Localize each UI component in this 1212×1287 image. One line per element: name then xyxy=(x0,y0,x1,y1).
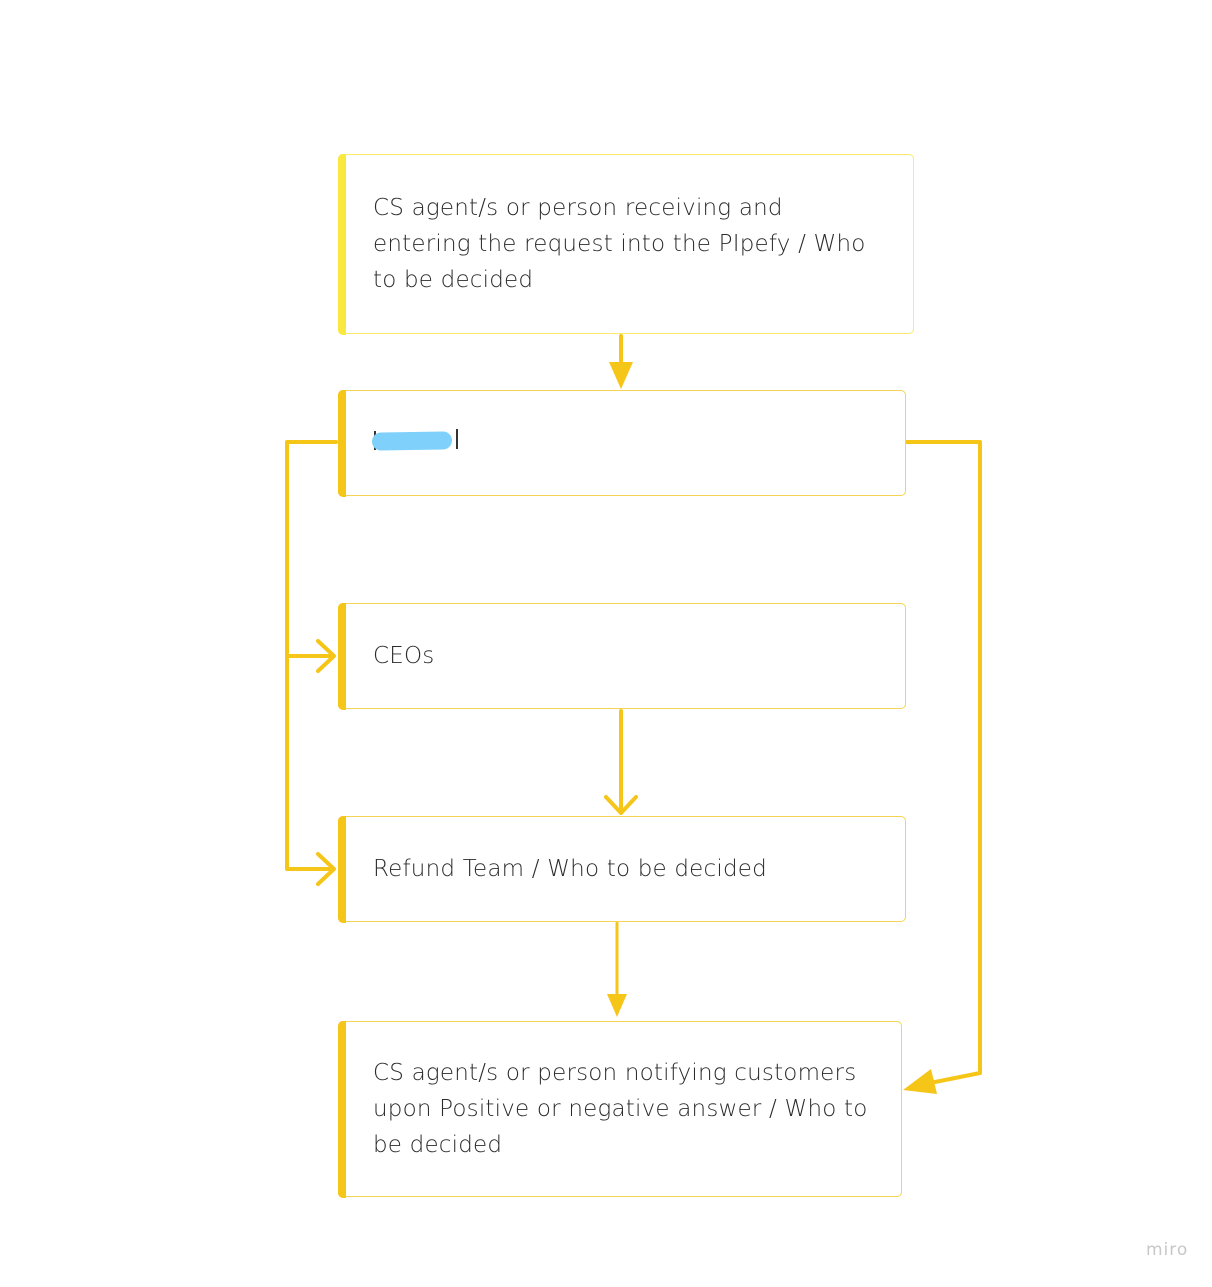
node-label: Refund Team / Who to be decided xyxy=(373,856,767,882)
redaction-mark xyxy=(371,431,453,451)
node-accent-bar xyxy=(337,602,346,710)
arrowhead-filled xyxy=(609,362,633,389)
node-label: CS agent/s or person notifying customers… xyxy=(373,1060,868,1158)
miro-watermark: miro xyxy=(1146,1240,1189,1260)
node-accent-bar xyxy=(337,389,346,497)
node-label: CEOs xyxy=(373,643,435,669)
node-ceos[interactable]: CEOs xyxy=(337,602,906,710)
edge-redacted-to-refund xyxy=(285,654,334,871)
redacted-text-fragment xyxy=(456,429,458,449)
node-accent-bar xyxy=(337,1020,346,1198)
arrowhead-filled xyxy=(607,994,627,1017)
edge-redacted-to-ceos xyxy=(285,440,338,658)
node-accent-bar xyxy=(337,815,346,923)
node-receive-request[interactable]: CS agent/s or person receiving and enter… xyxy=(337,153,914,335)
arrowhead-filled xyxy=(903,1069,937,1094)
node-notify-customers[interactable]: CS agent/s or person notifying customers… xyxy=(337,1020,902,1198)
node-accent-bar xyxy=(337,153,346,335)
edge-redacted-to-notify xyxy=(905,440,982,1085)
node-refund-team[interactable]: Refund Team / Who to be decided xyxy=(337,815,906,923)
node-label: CS agent/s or person receiving and enter… xyxy=(373,195,866,293)
